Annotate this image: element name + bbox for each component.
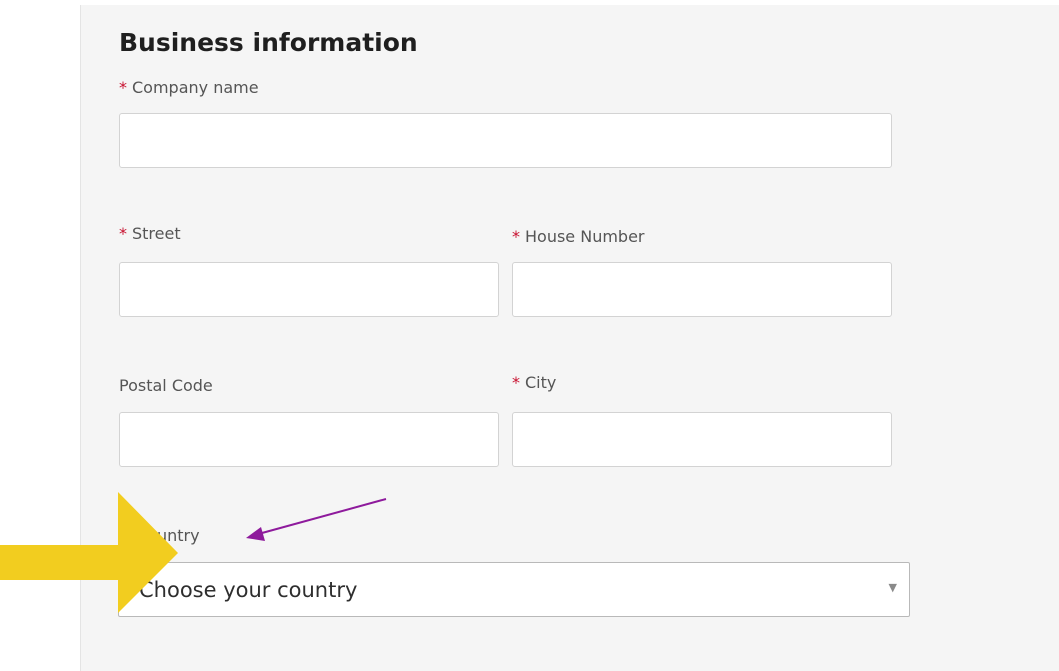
required-marker: * (119, 78, 127, 97)
house-number-input[interactable] (512, 262, 892, 317)
street-input[interactable] (119, 262, 499, 317)
required-marker: * (512, 227, 520, 246)
company-name-label-text: Company name (132, 78, 259, 97)
country-select-value: Choose your country (139, 578, 358, 602)
postal-code-input[interactable] (119, 412, 499, 467)
city-input[interactable] (512, 412, 892, 467)
city-label: * City (512, 372, 556, 394)
required-marker: * (512, 373, 520, 392)
postal-code-label-text: Postal Code (119, 376, 213, 395)
street-label: * Street (119, 223, 181, 245)
house-number-label-text: House Number (525, 227, 645, 246)
required-marker: * (119, 224, 127, 243)
company-name-input[interactable] (119, 113, 892, 168)
house-number-label: * House Number (512, 226, 645, 248)
city-label-text: City (525, 373, 557, 392)
country-label-text: Country (136, 526, 200, 545)
country-select[interactable]: Choose your country ▼ (118, 562, 910, 617)
postal-code-label: Postal Code (119, 375, 213, 397)
street-label-text: Street (132, 224, 181, 243)
country-label: Country (136, 525, 200, 547)
caret-down-icon[interactable]: ▼ (889, 582, 897, 594)
company-name-label: * Company name (119, 77, 259, 99)
section-title: Business information (119, 28, 418, 57)
